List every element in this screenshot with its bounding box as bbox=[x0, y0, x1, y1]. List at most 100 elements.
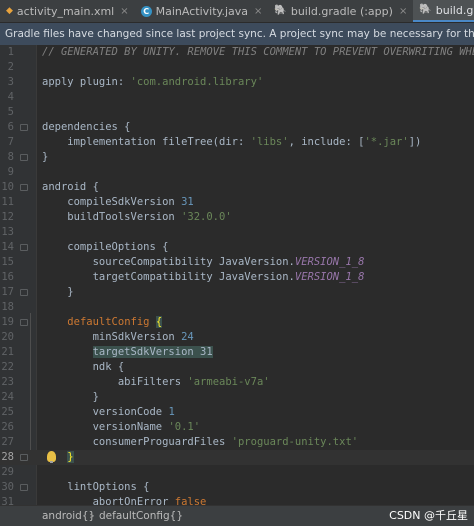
code-token: compileSdkVersion bbox=[42, 196, 182, 208]
code-token: versionName bbox=[42, 421, 169, 433]
code-line[interactable]: 29 bbox=[0, 465, 474, 480]
line-number: 15 bbox=[1, 256, 14, 268]
code-text: targetSdkVersion 31 bbox=[42, 345, 213, 360]
code-line[interactable]: 24 } bbox=[0, 390, 474, 405]
line-number: 30 bbox=[1, 481, 14, 493]
code-line[interactable]: 16 targetCompatibility JavaVersion.VERSI… bbox=[0, 270, 474, 285]
code-line[interactable]: 11 compileSdkVersion 31 bbox=[0, 195, 474, 210]
code-line[interactable]: 15 sourceCompatibility JavaVersion.VERSI… bbox=[0, 255, 474, 270]
code-line[interactable]: 20 minSdkVersion 24 bbox=[0, 330, 474, 345]
code-token: abiFilters bbox=[42, 376, 188, 388]
fold-marker-icon[interactable] bbox=[20, 319, 28, 326]
fold-marker-icon[interactable] bbox=[20, 184, 28, 191]
tab-0[interactable]: ◆ activity_main.xml × bbox=[0, 0, 135, 22]
code-line[interactable]: 21 targetSdkVersion 31 bbox=[0, 345, 474, 360]
code-line[interactable]: 3 apply plugin: 'com.android.library' bbox=[0, 75, 474, 90]
line-number: 8 bbox=[7, 151, 14, 163]
code-line[interactable]: 27 consumerProguardFiles 'proguard-unity… bbox=[0, 435, 474, 450]
fold-marker-icon[interactable] bbox=[20, 244, 28, 251]
code-line[interactable]: 7 implementation fileTree(dir: 'libs', i… bbox=[0, 135, 474, 150]
tab-label: activity_main.xml bbox=[16, 4, 115, 18]
java-class-icon: C bbox=[140, 5, 152, 17]
fold-marker-icon[interactable] bbox=[20, 289, 28, 296]
code-line[interactable]: 28 } bbox=[0, 450, 474, 465]
breadcrumb-defaultconfig[interactable]: defaultConfig{} bbox=[99, 506, 183, 526]
code-token: include: bbox=[301, 136, 359, 148]
code-line[interactable]: 4 bbox=[0, 90, 474, 105]
line-number: 16 bbox=[1, 271, 14, 283]
code-text: // GENERATED BY UNITY. REMOVE THIS COMME… bbox=[42, 45, 474, 60]
tab-1[interactable]: C MainActivity.java × bbox=[135, 0, 269, 22]
gradle-file-icon: 🐘 bbox=[419, 4, 432, 15]
code-text: } bbox=[42, 390, 99, 405]
code-line[interactable]: 19 defaultConfig { bbox=[0, 315, 474, 330]
fold-marker-icon[interactable] bbox=[20, 154, 28, 161]
code-text: apply plugin: 'com.android.library' bbox=[42, 75, 263, 90]
close-tab-icon[interactable]: × bbox=[399, 6, 407, 17]
code-line[interactable]: 18 bbox=[0, 300, 474, 315]
code-text: } bbox=[42, 285, 74, 300]
tab-label: MainActivity.java bbox=[155, 4, 248, 18]
line-number: 23 bbox=[1, 376, 14, 388]
line-number: 31 bbox=[1, 496, 14, 505]
code-text: dependencies { bbox=[42, 120, 131, 135]
code-token: 'com.android.library' bbox=[130, 76, 264, 88]
code-token: { bbox=[155, 316, 163, 328]
line-number: 18 bbox=[1, 301, 14, 313]
code-line[interactable]: 2 bbox=[0, 60, 474, 75]
line-number: 17 bbox=[1, 286, 14, 298]
code-token: } bbox=[42, 286, 74, 298]
xml-file-icon: ◆ bbox=[6, 5, 13, 16]
code-token: targetSdkVersion 31 bbox=[92, 346, 213, 358]
code-line[interactable]: 12 buildToolsVersion '32.0.0' bbox=[0, 210, 474, 225]
line-number: 1 bbox=[7, 46, 14, 58]
fold-marker-icon[interactable] bbox=[20, 454, 28, 461]
code-line[interactable]: 6 dependencies { bbox=[0, 120, 474, 135]
line-number: 22 bbox=[1, 361, 14, 373]
code-text: versionName '0.1' bbox=[42, 420, 200, 435]
line-number: 21 bbox=[1, 346, 14, 358]
code-line[interactable]: 8} bbox=[0, 150, 474, 165]
fold-marker-icon[interactable] bbox=[20, 124, 28, 131]
code-line[interactable]: 30 lintOptions { bbox=[0, 480, 474, 495]
code-line[interactable]: 31 abortOnError false bbox=[0, 495, 474, 505]
code-line[interactable]: 17 } bbox=[0, 285, 474, 300]
code-line[interactable]: 25 versionCode 1 bbox=[0, 405, 474, 420]
code-line[interactable]: 14 compileOptions { bbox=[0, 240, 474, 255]
code-token: false bbox=[174, 496, 207, 505]
code-line[interactable]: 9 bbox=[0, 165, 474, 180]
line-number: 25 bbox=[1, 406, 14, 418]
code-line[interactable]: 1 // GENERATED BY UNITY. REMOVE THIS COMM… bbox=[0, 45, 474, 60]
code-text: compileOptions { bbox=[42, 240, 168, 255]
watermark: CSDN @千丘星 bbox=[389, 509, 468, 522]
breadcrumb-android[interactable]: android{} bbox=[42, 506, 95, 526]
lightbulb-icon[interactable] bbox=[47, 451, 56, 463]
tab-3[interactable]: 🐘build.gradle (:unityLibrary)× bbox=[413, 0, 474, 22]
code-line[interactable]: 26 versionName '0.1' bbox=[0, 420, 474, 435]
code-token: 'libs' bbox=[250, 136, 289, 148]
code-line[interactable]: 23 abiFilters 'armeabi-v7a' bbox=[0, 375, 474, 390]
fold-marker-icon[interactable] bbox=[20, 484, 28, 491]
close-tab-icon[interactable]: × bbox=[120, 6, 128, 17]
code-text: abiFilters 'armeabi-v7a' bbox=[42, 375, 270, 390]
code-token: consumerProguardFiles bbox=[42, 436, 232, 448]
code-token: apply plugin: bbox=[42, 76, 131, 88]
code-token: targetCompatibility JavaVersion. bbox=[42, 271, 295, 283]
code-line[interactable]: 13 bbox=[0, 225, 474, 240]
tab-label: build.gradle (:app) bbox=[290, 4, 393, 18]
code-token: 24 bbox=[181, 331, 194, 343]
line-number: 20 bbox=[1, 331, 14, 343]
tab-2[interactable]: 🐘 build.gradle (:app) × bbox=[268, 0, 413, 22]
code-line[interactable]: 10 android { bbox=[0, 180, 474, 195]
code-editor[interactable]: 1 // GENERATED BY UNITY. REMOVE THIS COMM… bbox=[0, 45, 474, 505]
code-token: dependencies { bbox=[42, 121, 131, 133]
code-line[interactable]: 5 bbox=[0, 105, 474, 120]
code-text: targetCompatibility JavaVersion.VERSION_… bbox=[42, 270, 365, 285]
close-tab-icon[interactable]: × bbox=[254, 6, 262, 17]
gradle-file-icon: 🐘 bbox=[274, 5, 287, 16]
code-line[interactable]: 22 ndk { bbox=[0, 360, 474, 375]
code-text: compileSdkVersion 31 bbox=[42, 195, 193, 210]
code-text: versionCode 1 bbox=[42, 405, 175, 420]
code-token: } bbox=[42, 391, 99, 403]
